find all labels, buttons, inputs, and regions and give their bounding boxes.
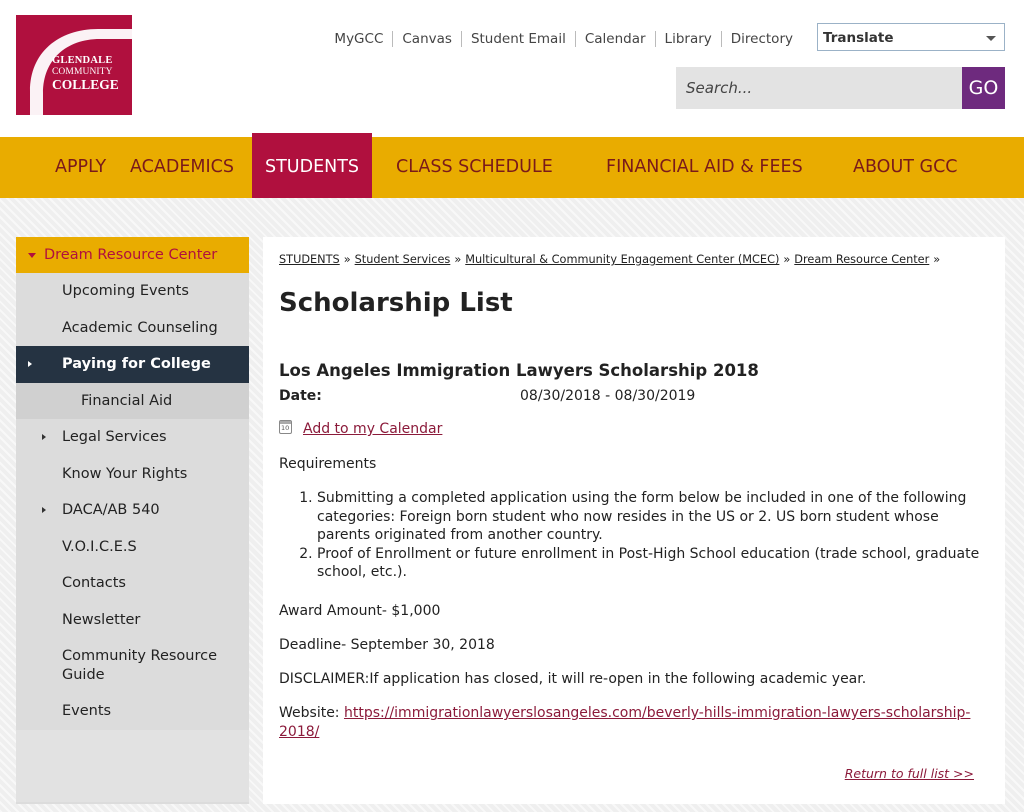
sidebar-item-label: Paying for College [62,356,211,372]
college-logo[interactable]: GLENDALE COMMUNITY COLLEGE [16,15,132,115]
search-input[interactable] [676,67,962,109]
sidebar-item-financial-aid[interactable]: Financial Aid [16,382,249,419]
logo-line-2: COMMUNITY [52,66,113,77]
util-link-library[interactable]: Library [654,31,721,47]
nav-item-apply[interactable]: APPLY [55,137,106,198]
breadcrumb-link-mcec[interactable]: Multicultural & Community Engagement Cen… [465,253,779,266]
breadcrumb-separator: » [783,253,791,266]
sidebar-item-academic-counseling[interactable]: Academic Counseling [16,310,249,347]
event-date-label: Date: [279,388,322,404]
util-link-canvas[interactable]: Canvas [392,31,461,47]
breadcrumb-separator: » [343,253,351,266]
sidebar-item-paying-for-college[interactable]: Paying for College [16,346,249,383]
sidebar-item-label: V.O.I.C.E.S [62,538,137,555]
sidebar-item-label: Newsletter [62,611,141,628]
calendar-icon-day: 10 [281,424,290,432]
calendar-icon: 10 [279,420,292,434]
sidebar-item-label: Legal Services [62,429,167,445]
translate-select[interactable]: Translate [817,23,1005,51]
nav-item-students[interactable]: STUDENTS [252,133,373,202]
add-to-calendar-row: 10 Add to my Calendar [279,420,442,437]
requirements-list: Submitting a completed application using… [279,489,991,582]
sidebar-item-label: Academic Counseling [62,319,218,336]
breadcrumb-link-student-services[interactable]: Student Services [355,253,451,266]
search-go-button[interactable]: GO [962,67,1005,109]
deadline: Deadline- September 30, 2018 [279,637,495,653]
translate-label: Translate [823,30,894,46]
logo-line-1: GLENDALE [52,55,113,66]
utility-nav: MyGCC Canvas Student Email Calendar Libr… [325,30,802,48]
sidebar-item-label: Contacts [62,575,126,591]
breadcrumb-link-students[interactable]: STUDENTS [279,253,340,266]
util-link-directory[interactable]: Directory [720,31,802,47]
util-link-student-email[interactable]: Student Email [460,31,575,47]
site-header: GLENDALE COMMUNITY COLLEGE MyGCC Canvas … [0,0,1024,132]
nav-item-financial-aid-fees[interactable]: FINANCIAL AID & FEES [606,137,803,198]
caret-down-icon [28,253,36,258]
main-nav: APPLY ACADEMICS STUDENTS CLASS SCHEDULE … [0,133,1024,202]
sidebar-item-know-your-rights[interactable]: Know Your Rights [16,456,249,493]
logo-wordmark: GLENDALE COMMUNITY COLLEGE [52,55,119,92]
logo-line-3: COLLEGE [52,77,119,92]
sidebar-item-label: Know Your Rights [62,465,188,482]
event-date-value: 08/30/2018 - 08/30/2019 [520,388,696,404]
sidebar-item-label: DACA/AB 540 [62,502,160,518]
sidebar-item-newsletter[interactable]: Newsletter [16,602,249,639]
add-to-calendar-link[interactable]: Add to my Calendar [303,421,442,437]
sidebar: Dream Resource Center Upcoming Events Ac… [16,237,249,804]
sidebar-header-label: Dream Resource Center [44,247,218,263]
chevron-down-icon [986,36,996,41]
sidebar-item-label: Events [62,703,112,719]
requirement-item: Proof of Enrollment or future enrollment… [317,545,991,582]
sidebar-filler [16,729,249,802]
disclaimer: DISCLAIMER:If application has closed, it… [279,671,867,687]
caret-right-icon [28,361,32,367]
nav-item-class-schedule[interactable]: CLASS SCHEDULE [396,137,553,198]
nav-item-about-gcc[interactable]: ABOUT GCC [853,137,958,198]
requirement-item: Submitting a completed application using… [317,489,991,545]
award-amount: Award Amount- $1,000 [279,603,441,619]
sidebar-item-daca-ab540[interactable]: DACA/AB 540 [16,492,249,529]
event-title: Los Angeles Immigration Lawyers Scholars… [279,361,759,380]
util-link-mygcc[interactable]: MyGCC [325,31,392,47]
breadcrumb-separator: » [933,253,941,266]
website-label: Website: [279,705,344,721]
website-link[interactable]: https://immigrationlawyerslosangeles.com… [279,705,970,740]
page-title: Scholarship List [279,288,513,318]
breadcrumb-separator: » [454,253,462,266]
main-content: STUDENTS» Student Services» Multicultural … [263,237,1005,804]
sidebar-item-community-resource-guide[interactable]: Community Resource Guide [16,638,249,693]
breadcrumb-link-dream-resource-center[interactable]: Dream Resource Center [794,253,929,266]
sidebar-item-voices[interactable]: V.O.I.C.E.S [16,529,249,566]
caret-right-icon [42,507,46,513]
return-to-full-list-link[interactable]: Return to full list >> [845,766,974,781]
sidebar-item-contacts[interactable]: Contacts [16,565,249,602]
requirements-label: Requirements [279,456,377,472]
sidebar-item-label: Community Resource Guide [62,648,218,683]
util-link-calendar[interactable]: Calendar [574,31,655,47]
caret-right-icon [42,434,46,440]
breadcrumb: STUDENTS» Student Services» Multicultural … [279,253,944,266]
sidebar-item-events[interactable]: Events [16,693,249,730]
sidebar-item-legal-services[interactable]: Legal Services [16,419,249,456]
sidebar-item-label: Upcoming Events [62,283,189,299]
sidebar-item-label: Financial Aid [81,392,173,409]
website-row: Website: https://immigrationlawyerslosan… [279,704,979,741]
sidebar-header-dream-resource-center[interactable]: Dream Resource Center [16,237,249,273]
nav-item-academics[interactable]: ACADEMICS [130,137,234,198]
sidebar-item-upcoming-events[interactable]: Upcoming Events [16,273,249,310]
